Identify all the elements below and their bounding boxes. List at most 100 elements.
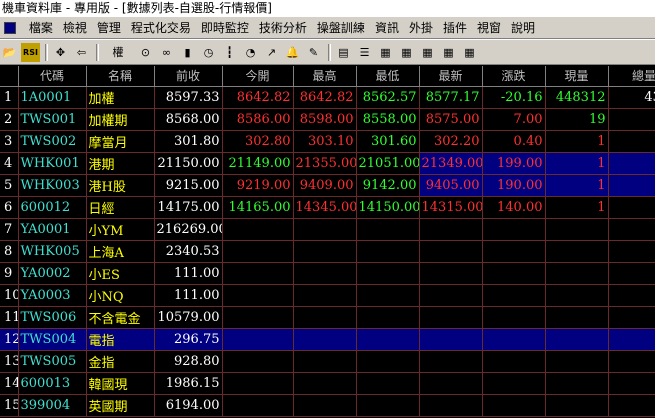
table-header: 代碼 名稱 前收 今開 最高 最低 最新 漲跌 現量 總量 — [0, 66, 655, 87]
column-header-7[interactable]: 最新 — [419, 66, 483, 87]
menu-item-0[interactable]: 檔案 — [24, 17, 58, 39]
column-header-6[interactable]: 最低 — [356, 66, 420, 87]
tools-icon[interactable]: ✎ — [304, 43, 323, 62]
current-volume — [545, 306, 609, 329]
menu-item-11[interactable]: 說明 — [506, 17, 540, 39]
high-price: 14345.00 — [293, 196, 357, 219]
row-index: 10 — [0, 284, 19, 307]
alarm-icon[interactable]: 🔔 — [283, 43, 302, 62]
row-index: 2 — [0, 108, 19, 131]
window-title: 機車資料庫 - 專用版 - [數據列表-自選股-行情報價] — [0, 0, 655, 17]
current-volume: 19 — [545, 108, 609, 131]
column-header-3[interactable]: 前收 — [154, 66, 223, 87]
grid-5-icon[interactable]: ▦ — [460, 43, 479, 62]
total-volume: 53 — [608, 174, 655, 197]
grid-1-icon[interactable]: ▦ — [376, 43, 395, 62]
table-row[interactable]: 3 TWS002 摩當月 301.80 302.80 303.10 301.60 302.20… — [0, 130, 655, 153]
current-volume: 1 — [545, 152, 609, 175]
table-row[interactable]: 10YA0003小NQ111.00 — [0, 284, 655, 307]
prev-close: 10579.00 — [154, 306, 223, 329]
table-row[interactable]: 14600013韓國現1986.15 — [0, 372, 655, 395]
table-row[interactable]: 2 TWS001 加權期 8568.00 8586.00 8598.00 8558.00 85… — [0, 108, 655, 131]
column-header-0[interactable] — [0, 66, 19, 87]
symbol-code: 1A0001 — [18, 86, 87, 109]
menu-item-9[interactable]: 插件 — [438, 17, 472, 39]
menu-item-7[interactable]: 資訊 — [370, 17, 404, 39]
column-header-9[interactable]: 現量 — [545, 66, 609, 87]
last-price — [419, 372, 483, 395]
symbol-name: 小YM — [86, 218, 155, 241]
last-price — [419, 262, 483, 285]
column-header-8[interactable]: 漲跌 — [482, 66, 546, 87]
menu-item-3[interactable]: 程式化交易 — [126, 17, 196, 39]
total-volume — [608, 240, 655, 263]
chart-bars-icon[interactable]: ▮ — [178, 43, 197, 62]
table-row[interactable]: 5 WHK003 港H股 9215.00 9219.00 9409.00 9142.00 94… — [0, 174, 655, 197]
open-price — [222, 240, 294, 263]
low-price — [356, 372, 420, 395]
column-header-10[interactable]: 總量 — [608, 66, 655, 87]
table-row[interactable]: 1 1A0001 加權 8597.33 8642.82 8642.82 8562.57 857… — [0, 86, 655, 109]
symbol-name: 上海A — [86, 240, 155, 263]
pie-icon[interactable]: ◔ — [241, 43, 260, 62]
table-row[interactable]: 6 600012 日經 14175.00 14165.00 14345.00 14150.0… — [0, 196, 655, 219]
current-volume — [545, 350, 609, 373]
table-row[interactable]: 15399004英國期6194.00 — [0, 394, 655, 417]
glasses-icon[interactable]: ∞ — [157, 43, 176, 62]
total-volume — [608, 284, 655, 307]
toolbar: 📂 RSI ✥ ⇦ 權 ⊙ ∞ ▮ ◷ ┇ ◔ ↗ 🔔 ✎ ▤ ☰ ▦ ▦ ▦ ▦ ▦ — [0, 39, 655, 65]
open-price — [222, 306, 294, 329]
binoculars-icon[interactable]: ⊙ — [136, 43, 155, 62]
table-row[interactable]: 12TWS004電指296.75 — [0, 328, 655, 351]
app-system-icon[interactable] — [4, 22, 16, 34]
symbol-code: TWS005 — [18, 350, 87, 373]
back-icon[interactable]: ⇦ — [72, 43, 91, 62]
candles-icon[interactable]: ┇ — [220, 43, 239, 62]
menu-item-6[interactable]: 操盤訓練 — [312, 17, 370, 39]
high-price — [293, 394, 357, 417]
column-header-5[interactable]: 最高 — [293, 66, 357, 87]
table-row[interactable]: 7 YA0001 小YM 216269.00 — [0, 218, 655, 241]
total-volume — [608, 394, 655, 417]
column-header-4[interactable]: 今開 — [222, 66, 294, 87]
current-volume — [545, 218, 609, 241]
table-row[interactable]: 8 WHK005 上海A 2340.53 — [0, 240, 655, 263]
row-index: 8 — [0, 240, 19, 263]
low-price — [356, 306, 420, 329]
table-row[interactable]: 9 YA0002 小ES 111.00 — [0, 262, 655, 285]
table-row[interactable]: 11TWS006不含電金10579.00 — [0, 306, 655, 329]
change — [482, 306, 546, 329]
grid-2-icon[interactable]: ▦ — [397, 43, 416, 62]
column-header-1[interactable]: 代碼 — [18, 66, 87, 87]
table-row[interactable]: 13TWS005金指928.80 — [0, 350, 655, 373]
symbol-name: 電指 — [86, 328, 155, 351]
menu-item-2[interactable]: 管理 — [92, 17, 126, 39]
list-icon[interactable]: ☰ — [355, 43, 374, 62]
symbol-name: 加權 — [86, 86, 155, 109]
change — [482, 350, 546, 373]
change — [482, 218, 546, 241]
table-row[interactable]: 4 WHK001 港期 21150.00 21149.00 21355.00 21051.0… — [0, 152, 655, 175]
prev-close: 216269.00 — [154, 218, 223, 241]
toolbar-separator — [45, 44, 48, 61]
open-price — [222, 262, 294, 285]
grid-3-icon[interactable]: ▦ — [418, 43, 437, 62]
high-price: 21355.00 — [293, 152, 357, 175]
open-folder-icon[interactable]: 📂 — [0, 43, 19, 62]
move-icon[interactable]: ✥ — [51, 43, 70, 62]
menu-item-5[interactable]: 技術分析 — [254, 17, 312, 39]
menu-item-8[interactable]: 外掛 — [404, 17, 438, 39]
last-price: 14315.00 — [419, 196, 483, 219]
last-price: 8577.17 — [419, 86, 483, 109]
rsi-icon[interactable]: RSI — [21, 43, 40, 62]
menu-item-10[interactable]: 視窗 — [472, 17, 506, 39]
grid-4-icon[interactable]: ▦ — [439, 43, 458, 62]
menu-item-4[interactable]: 即時監控 — [196, 17, 254, 39]
high-price — [293, 306, 357, 329]
export-icon[interactable]: ↗ — [262, 43, 281, 62]
column-header-2[interactable]: 名稱 — [86, 66, 155, 87]
timer-icon[interactable]: ◷ — [199, 43, 218, 62]
combo-select[interactable]: 權 — [102, 43, 134, 62]
menu-item-1[interactable]: 檢視 — [58, 17, 92, 39]
panel-icon[interactable]: ▤ — [334, 43, 353, 62]
